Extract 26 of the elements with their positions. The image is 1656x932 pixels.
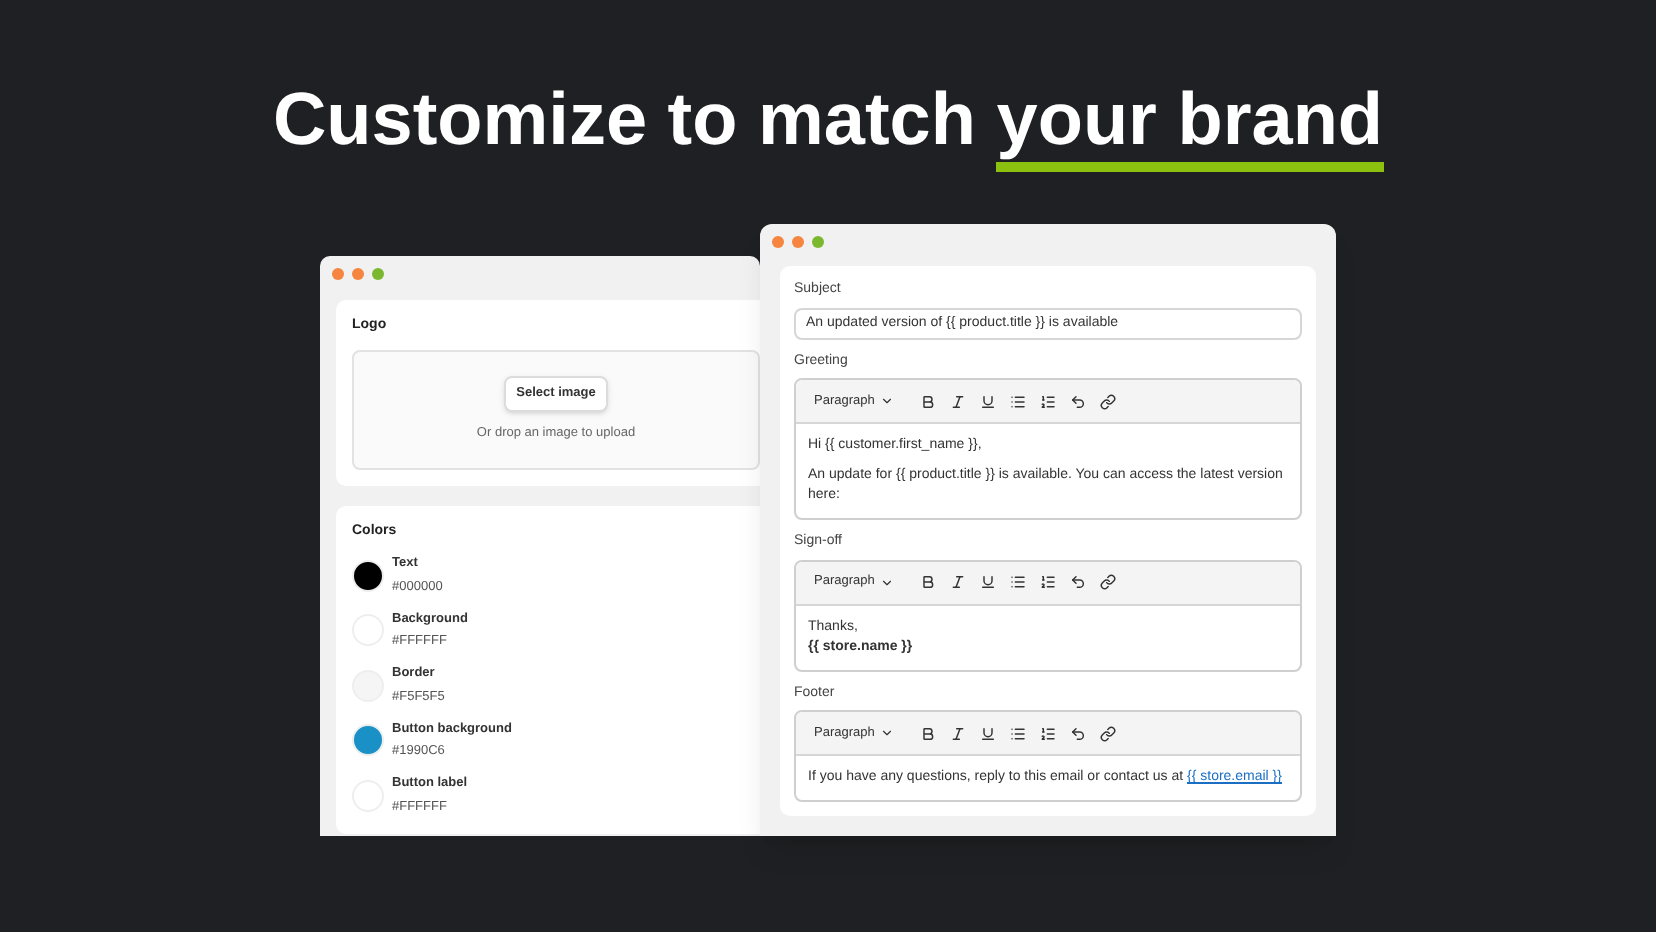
underline-icon[interactable] <box>980 574 997 590</box>
link-icon[interactable] <box>1100 574 1117 590</box>
link-icon[interactable] <box>1100 725 1117 741</box>
italic-icon[interactable] <box>950 725 967 741</box>
undo-icon[interactable] <box>1070 574 1087 590</box>
italic-icon[interactable] <box>950 393 967 409</box>
chevron-down-icon <box>880 394 895 408</box>
bullet-list-icon[interactable] <box>1010 393 1027 409</box>
bullet-list-icon[interactable] <box>1010 725 1027 741</box>
bold-icon[interactable] <box>920 574 937 590</box>
bullet-list-icon[interactable] <box>1010 574 1027 590</box>
numbered-list-icon[interactable] <box>1040 725 1057 741</box>
bold-icon[interactable] <box>920 725 937 741</box>
link-icon[interactable] <box>1100 393 1117 409</box>
chevron-down-icon <box>880 726 895 740</box>
numbered-list-icon[interactable] <box>1040 393 1057 409</box>
color-swatch[interactable] <box>352 559 384 592</box>
color-swatch[interactable] <box>352 724 384 757</box>
underline-icon[interactable] <box>980 393 997 409</box>
undo-icon[interactable] <box>1070 393 1087 409</box>
chevron-down-icon <box>880 575 895 589</box>
bold-icon[interactable] <box>920 393 937 409</box>
italic-icon[interactable] <box>950 574 967 590</box>
underline-icon[interactable] <box>980 725 997 741</box>
undo-icon[interactable] <box>1070 725 1087 741</box>
numbered-list-icon[interactable] <box>1040 574 1057 590</box>
